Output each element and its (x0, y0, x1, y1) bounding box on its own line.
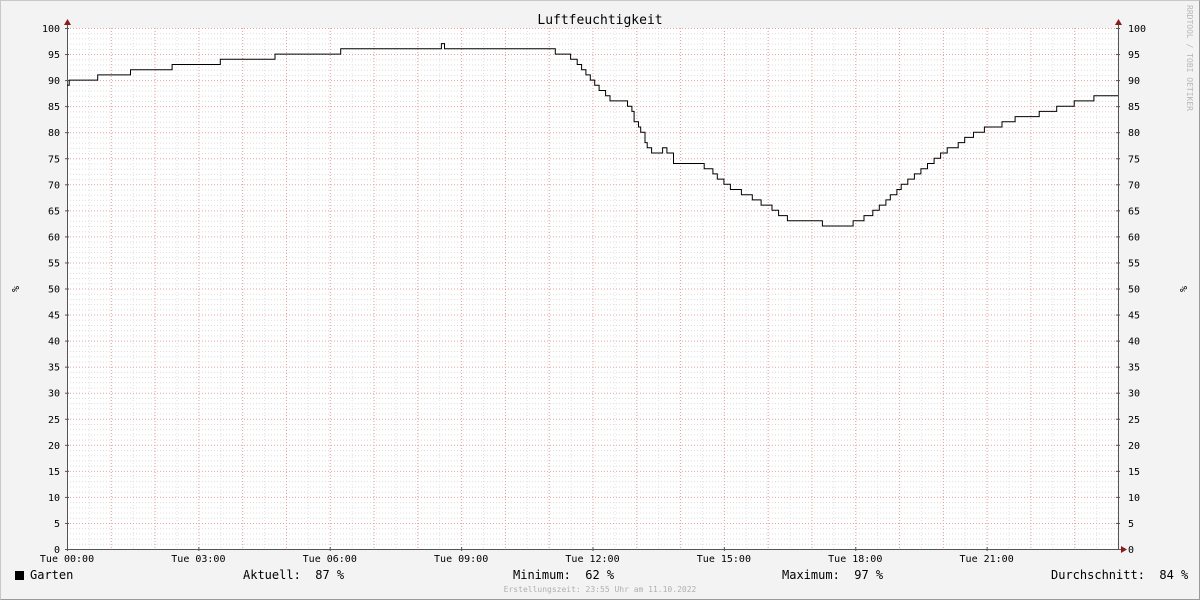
y-tick-label-left: 95 (48, 50, 60, 61)
y-tick-label-right: 90 (1128, 76, 1140, 87)
y-axis-arrow-right (1115, 19, 1122, 25)
y-tick-label-left: 65 (48, 206, 60, 217)
x-tick-label: Tue 18:00 (828, 554, 882, 565)
legend-average: Durchschnitt: 84 % (1051, 568, 1188, 582)
legend-current-value: 87 % (315, 568, 345, 582)
legend-min-label: Minimum: (513, 568, 571, 582)
y-tick-label-right: 0 (1128, 545, 1134, 556)
y-tick-label-left: 40 (48, 337, 60, 348)
y-tick-label-right: 65 (1128, 206, 1140, 217)
y-axis-arrow-left (64, 19, 71, 25)
x-tick-label: Tue 21:00 (960, 554, 1014, 565)
y-tick-label-left: 5 (54, 519, 60, 530)
legend-series-name: Garten (30, 568, 74, 582)
legend-max-value: 97 % (854, 568, 884, 582)
legend-current-label: Aktuell: (243, 568, 301, 582)
y-tick-label-right: 40 (1128, 337, 1140, 348)
y-tick-label-right: 30 (1128, 389, 1140, 400)
y-tick-label-right: 85 (1128, 102, 1140, 113)
y-tick-label-left: 10 (48, 493, 60, 504)
legend-current: Aktuell: 87 % (243, 568, 344, 582)
creation-timestamp: Erstellungszeit: 23:55 Uhr am 11.10.2022 (503, 585, 697, 594)
y-tick-label-left: 60 (48, 232, 60, 243)
y-tick-label-left: 75 (48, 154, 60, 165)
y-tick-label-right: 50 (1128, 285, 1140, 296)
humidity-chart: 0 5 10 15 20 25 30 35 40 45 50 55 60 65 70 75 80 85 90 95 10… (9, 5, 1194, 565)
y-tick-label-left: 70 (48, 180, 60, 191)
x-tick-label: Tue 12:00 (565, 554, 619, 565)
y-tick-label-left: 90 (48, 76, 60, 87)
y-tick-label-right: 25 (1128, 415, 1140, 426)
y-tick-label-right: 80 (1128, 128, 1140, 139)
legend-avg-label: Durchschnitt: (1051, 568, 1145, 582)
x-tick-label: Tue 00:00 (40, 554, 94, 565)
x-tick-label: Tue 03:00 (171, 554, 225, 565)
y-tick-label-right: 75 (1128, 154, 1140, 165)
legend-maximum: Maximum: 97 % (782, 568, 883, 582)
y-tick-label-left: 30 (48, 389, 60, 400)
y-tick-label-left: 100 (42, 24, 60, 35)
y-tick-label-left: 85 (48, 102, 60, 113)
legend-min-value: 62 % (585, 568, 615, 582)
y-tick-labels-right: 0 5 10 15 20 25 30 35 40 45 50 55 60 65 70 75 80 85 90 95 10… (1128, 24, 1146, 556)
y-axis-label-left: % (9, 286, 20, 292)
legend-avg-value: 84 % (1159, 568, 1189, 582)
x-tick-labels: Tue 00:00 Tue 03:00 Tue 06:00 Tue 09:00 Tue … (40, 554, 1014, 565)
y-tick-label-right: 15 (1128, 467, 1140, 478)
y-tick-label-left: 25 (48, 415, 60, 426)
y-tick-label-right: 45 (1128, 311, 1140, 322)
y-tick-label-left: 15 (48, 467, 60, 478)
y-tick-label-right: 95 (1128, 50, 1140, 61)
chart-title: Luftfeuchtigkeit (537, 13, 662, 28)
y-tick-label-right: 5 (1128, 519, 1134, 530)
y-tick-labels-left: 0510152025303540455055606570758085909510… (42, 24, 60, 556)
legend-max-label: Maximum: (782, 568, 840, 582)
y-tick-label-right: 60 (1128, 232, 1140, 243)
y-tick-label-left: 20 (48, 441, 60, 452)
x-tick-label: Tue 09:00 (434, 554, 488, 565)
y-tick-label-right: 70 (1128, 180, 1140, 191)
y-tick-label-left: 55 (48, 258, 60, 269)
y-tick-label-left: 80 (48, 128, 60, 139)
x-tick-label: Tue 06:00 (303, 554, 357, 565)
y-tick-label-right: 55 (1128, 258, 1140, 269)
y-tick-label-right: 35 (1128, 363, 1140, 374)
x-tick-label: Tue 15:00 (697, 554, 751, 565)
y-tick-label-left: 35 (48, 363, 60, 374)
legend-swatch-garten (15, 571, 24, 580)
y-tick-label-right: 20 (1128, 441, 1140, 452)
y-axis-label-right: % (1177, 286, 1188, 292)
y-tick-label-left: 45 (48, 311, 60, 322)
y-tick-label-right: 10 (1128, 493, 1140, 504)
y-tick-label-left: 50 (48, 285, 60, 296)
y-tick-label-right: 100 (1128, 24, 1146, 35)
x-axis-arrow (1121, 546, 1127, 553)
legend-minimum: Minimum: 62 % (513, 568, 614, 582)
watermark: RRDTOOL / TOBI OETIKER (1185, 5, 1194, 111)
